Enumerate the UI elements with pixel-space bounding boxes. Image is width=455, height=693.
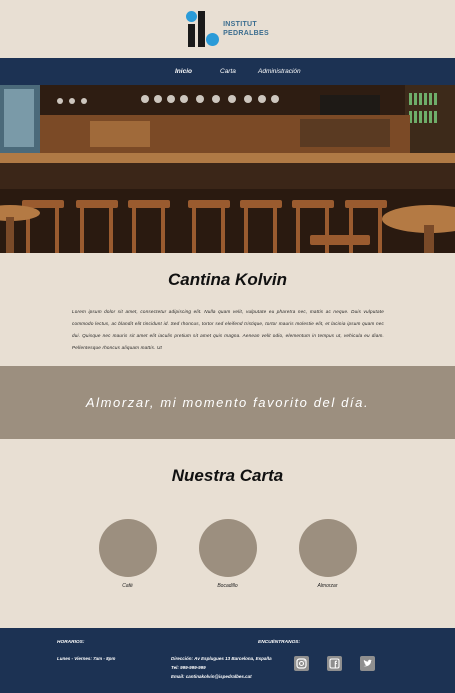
menu-title: Nuestra Carta — [171, 466, 284, 485]
facebook-icon[interactable] — [327, 656, 342, 671]
logo-text: INSTITUT PEDRALBES — [223, 20, 269, 38]
social-links — [294, 656, 375, 671]
twitter-icon[interactable] — [360, 656, 375, 671]
main-nav: Inicio Carta Administración — [0, 58, 455, 85]
hours-text: Lunes - Viernes: 7am - 8pm — [57, 656, 116, 661]
almorzar-image[interactable] — [298, 519, 357, 577]
intro-title: Cantina Kolvin — [167, 270, 287, 289]
menu-section: Nuestra Carta Café Bocadillo Almorzar — [0, 439, 455, 628]
logo-line-2: PEDRALBES — [223, 30, 269, 37]
site-header: INSTITUT PEDRALBES — [0, 0, 455, 58]
menu-item-cafe[interactable]: Café — [98, 519, 157, 589]
contact-title: ENCUÉNTRANOS: — [258, 640, 301, 645]
menu-item-almorzar[interactable]: Almorzar — [298, 519, 357, 589]
instagram-icon[interactable] — [294, 656, 309, 671]
logo-line-1: INSTITUT — [223, 21, 257, 28]
menu-items: Café Bocadillo Almorzar — [0, 519, 455, 589]
hours-title: HORARIOS: — [57, 640, 85, 645]
bar-scene-illustration — [0, 85, 455, 253]
institut-logo[interactable]: INSTITUT PEDRALBES — [186, 11, 269, 47]
cafe-image[interactable] — [98, 519, 157, 577]
intro-section: Cantina Kolvin Lorem ipsum dolor sit ame… — [0, 253, 455, 366]
menu-item-label: Café — [122, 583, 133, 589]
menu-item-label: Bocadillo — [217, 583, 238, 589]
logo-mark-icon — [186, 11, 220, 47]
nav-item-administracion[interactable]: Administración — [258, 68, 301, 75]
site-footer: HORARIOS: Lunes - Viernes: 7am - 8pm ENC… — [0, 628, 455, 693]
menu-item-bocadillo[interactable]: Bocadillo — [198, 519, 257, 589]
nav-item-carta[interactable]: Carta — [220, 68, 258, 75]
nav-item-inicio[interactable]: Inicio — [175, 68, 220, 75]
menu-item-label: Almorzar — [317, 583, 338, 589]
email-text[interactable]: Email: cantinakolvin@ispedralbes.cat — [171, 672, 252, 682]
hero-bar-image — [0, 85, 455, 253]
quote-text: Almorzar, mi momento favorito del día. — [85, 395, 370, 410]
intro-body: Lorem ipsum dolor sit amet, consectetur … — [72, 309, 384, 350]
bocadillo-image[interactable] — [198, 519, 257, 577]
quote-band: Almorzar, mi momento favorito del día. — [0, 366, 455, 439]
